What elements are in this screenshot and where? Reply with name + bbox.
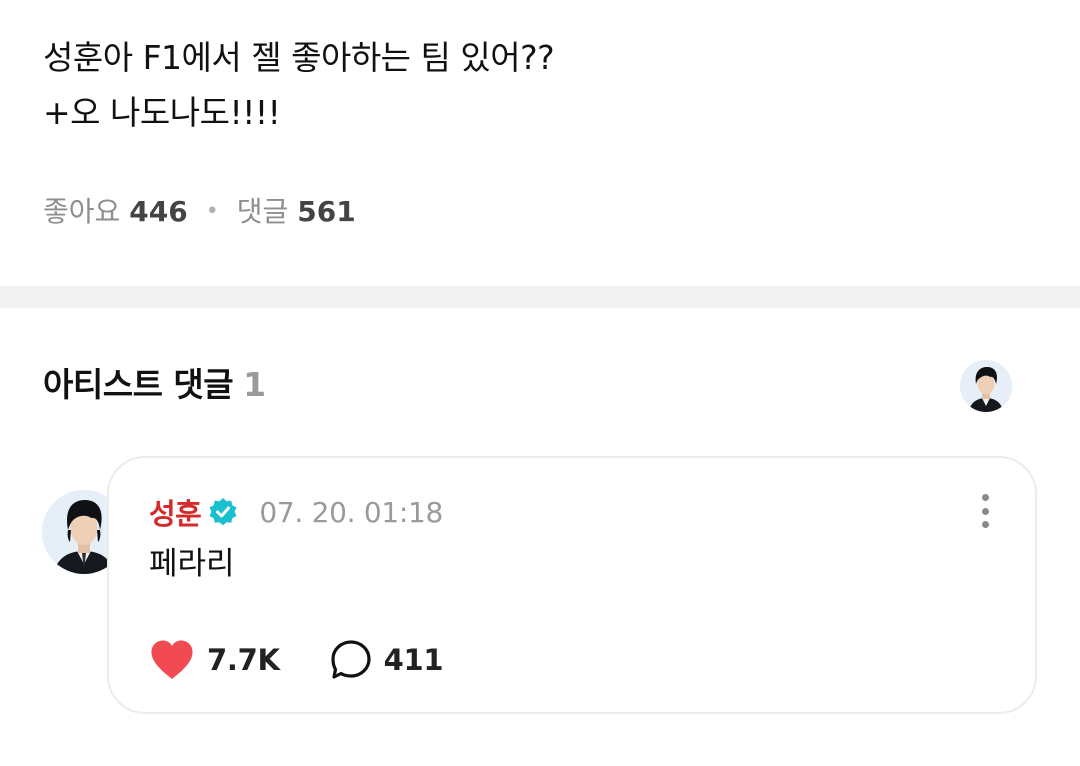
like-button[interactable]: 7.7K xyxy=(149,639,280,681)
more-dot xyxy=(981,521,989,528)
post-line-1: 성훈아 F1에서 젤 좋아하는 팀 있어?? xyxy=(43,38,555,77)
verified-badge-icon xyxy=(209,498,237,526)
reply-count: 411 xyxy=(383,643,444,677)
artist-comments-count: 1 xyxy=(243,365,266,404)
likes-stat[interactable]: 좋아요 446 xyxy=(43,192,188,232)
post-stats: 좋아요 446 • 댓글 561 xyxy=(43,192,356,232)
comments-label: 댓글 xyxy=(236,195,289,228)
speech-bubble-icon xyxy=(331,640,371,679)
more-dot xyxy=(981,507,989,515)
section-divider xyxy=(0,286,1080,308)
heart-icon xyxy=(151,640,193,679)
comment-actions: 7.7K 411 xyxy=(149,638,444,682)
post-line-2: +오 나도나도!!!! xyxy=(43,93,281,132)
stats-separator: • xyxy=(205,199,219,224)
comment-header: 성훈 07. 20. 01:18 xyxy=(149,491,443,533)
reply-button[interactable]: 411 xyxy=(330,639,444,681)
like-count: 7.7K xyxy=(207,643,280,677)
artist-comments-title: 아티스트 댓글 1 xyxy=(43,362,266,408)
comment-text: 페라리 xyxy=(149,546,235,582)
comments-stat[interactable]: 댓글 561 xyxy=(237,192,356,232)
artist-comment-card: 성훈 07. 20. 01:18 페라리 7.7K 411 xyxy=(107,456,1037,714)
comment-author-name[interactable]: 성훈 xyxy=(149,491,202,533)
comment-timestamp: 07. 20. 01:18 xyxy=(259,495,444,529)
comment-page: 성훈아 F1에서 젤 좋아하는 팀 있어?? +오 나도나도!!!! 좋아요 44… xyxy=(0,0,1080,766)
post-body: 성훈아 F1에서 젤 좋아하는 팀 있어?? +오 나도나도!!!! xyxy=(43,30,555,140)
likes-count: 446 xyxy=(129,195,188,228)
more-vertical-icon[interactable] xyxy=(975,491,995,531)
likes-label: 좋아요 xyxy=(43,195,121,228)
comments-count: 561 xyxy=(297,195,356,228)
artist-avatar-small[interactable] xyxy=(960,360,1012,412)
artist-comments-label: 아티스트 댓글 xyxy=(43,365,234,404)
more-dot xyxy=(981,494,989,501)
